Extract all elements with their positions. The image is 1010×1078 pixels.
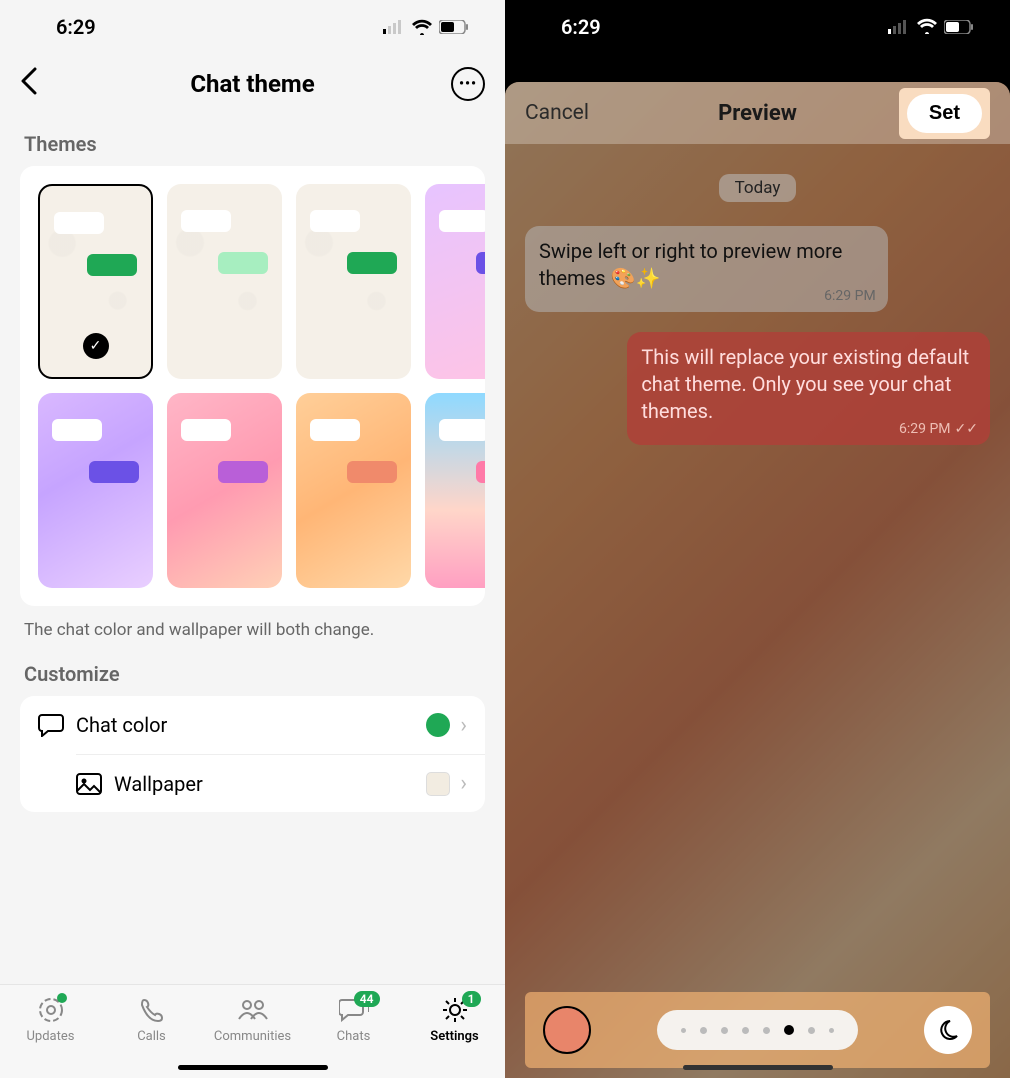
pager-dot bbox=[700, 1027, 707, 1034]
communities-icon bbox=[237, 995, 269, 1025]
wallpaper-swatch bbox=[426, 772, 450, 796]
page-title: Chat theme bbox=[0, 70, 505, 98]
incoming-message-bubble: Swipe left or right to preview more them… bbox=[525, 226, 888, 312]
tab-label: Chats bbox=[337, 1029, 371, 1044]
pager-dot bbox=[681, 1028, 686, 1033]
theme-thumbnail[interactable] bbox=[167, 393, 282, 588]
chat-color-label: Chat color bbox=[76, 713, 426, 737]
chat-bubble-icon bbox=[38, 713, 76, 737]
more-options-button[interactable]: ••• bbox=[451, 67, 485, 101]
tab-bar: Updates Calls Communities 44 Chats 1 bbox=[0, 984, 505, 1078]
accent-color-button[interactable] bbox=[543, 1006, 591, 1054]
chat-color-swatch bbox=[426, 713, 450, 737]
message-text: This will replace your existing default … bbox=[641, 345, 969, 423]
chat-theme-screen: 6:29 Chat theme ••• Themes ✓ The chat co… bbox=[0, 0, 505, 1078]
wallpaper-icon bbox=[76, 773, 114, 795]
themes-section-header: Themes bbox=[0, 114, 505, 166]
settings-badge: 1 bbox=[462, 991, 481, 1007]
status-time: 6:29 bbox=[56, 15, 96, 39]
pager-dot bbox=[763, 1027, 770, 1034]
home-indicator bbox=[683, 1065, 833, 1070]
tab-label: Communities bbox=[214, 1029, 291, 1044]
preview-header: Cancel Preview Set bbox=[505, 82, 1010, 144]
message-text: Swipe left or right to preview more them… bbox=[539, 239, 842, 290]
nav-bar: Chat theme ••• bbox=[0, 54, 505, 114]
outgoing-message-bubble: This will replace your existing default … bbox=[627, 332, 990, 445]
read-ticks-icon: ✓✓ bbox=[955, 421, 978, 437]
status-bar: 6:29 bbox=[505, 0, 1010, 54]
tab-settings[interactable]: 1 Settings bbox=[415, 995, 495, 1078]
theme-thumbnail[interactable] bbox=[38, 393, 153, 588]
chevron-right-icon: › bbox=[460, 713, 467, 738]
status-bar: 6:29 bbox=[0, 0, 505, 54]
theme-thumbnail[interactable] bbox=[425, 393, 485, 588]
cellular-signal-icon bbox=[383, 20, 405, 34]
themes-grid: ✓ bbox=[20, 166, 485, 606]
cellular-signal-icon bbox=[888, 15, 910, 39]
phone-icon bbox=[139, 995, 165, 1025]
chat-preview-content: Today Swipe left or right to preview mor… bbox=[505, 144, 1010, 495]
customize-list: Chat color › Wallpaper › bbox=[20, 696, 485, 812]
theme-pager[interactable] bbox=[657, 1010, 858, 1050]
set-button-highlight: Set bbox=[899, 88, 990, 139]
wifi-icon bbox=[411, 19, 433, 35]
pager-dot bbox=[808, 1027, 815, 1034]
chats-badge: 44 bbox=[354, 991, 380, 1007]
wallpaper-label: Wallpaper bbox=[114, 772, 426, 796]
message-time: 6:29 PM✓✓ bbox=[899, 420, 978, 439]
tab-label: Updates bbox=[27, 1029, 75, 1044]
themes-description: The chat color and wallpaper will both c… bbox=[0, 606, 505, 644]
wifi-icon bbox=[916, 15, 938, 39]
pager-dot bbox=[721, 1027, 728, 1034]
status-indicators bbox=[888, 15, 974, 39]
battery-icon bbox=[944, 15, 974, 39]
theme-thumbnail[interactable] bbox=[296, 393, 411, 588]
theme-thumbnail[interactable] bbox=[167, 184, 282, 379]
selected-checkmark-icon: ✓ bbox=[83, 333, 109, 359]
pager-dot bbox=[829, 1028, 834, 1033]
tab-label: Calls bbox=[137, 1029, 166, 1044]
back-button[interactable] bbox=[20, 67, 38, 102]
home-indicator bbox=[178, 1065, 328, 1070]
theme-thumbnail[interactable] bbox=[425, 184, 485, 379]
chevron-right-icon: › bbox=[460, 771, 467, 796]
set-button[interactable]: Set bbox=[907, 94, 982, 133]
wallpaper-row[interactable]: Wallpaper › bbox=[76, 754, 485, 812]
bottom-controls-highlight bbox=[525, 992, 990, 1068]
tab-updates[interactable]: Updates bbox=[11, 995, 91, 1078]
preview-screen: 6:29 Cancel Preview Set Today Swipe l bbox=[505, 0, 1010, 1078]
battery-icon bbox=[439, 20, 469, 34]
theme-thumbnail[interactable]: ✓ bbox=[38, 184, 153, 379]
pager-dot bbox=[742, 1027, 749, 1034]
status-indicators bbox=[383, 19, 469, 35]
preview-area[interactable]: Cancel Preview Set Today Swipe left or r… bbox=[505, 82, 1010, 1078]
status-time: 6:29 bbox=[561, 15, 601, 39]
theme-thumbnail[interactable] bbox=[296, 184, 411, 379]
pager-dot bbox=[784, 1025, 794, 1035]
dark-mode-toggle[interactable] bbox=[924, 1006, 972, 1054]
customize-section-header: Customize bbox=[0, 644, 505, 696]
updates-badge-dot bbox=[57, 993, 67, 1003]
date-separator: Today bbox=[719, 174, 797, 202]
cancel-button[interactable]: Cancel bbox=[525, 101, 589, 125]
chat-color-row[interactable]: Chat color › bbox=[20, 696, 485, 754]
tab-label: Settings bbox=[430, 1029, 478, 1044]
message-time: 6:29 PM bbox=[824, 287, 876, 306]
